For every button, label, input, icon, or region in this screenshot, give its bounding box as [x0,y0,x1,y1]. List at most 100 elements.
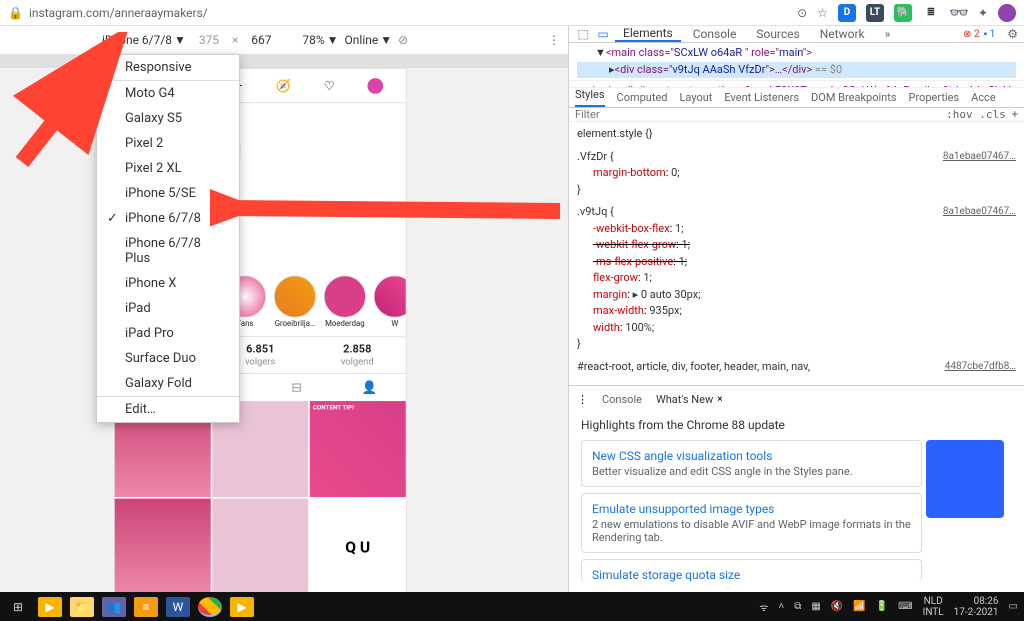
throttle-selector[interactable]: Online ▼ [345,33,393,47]
styles-panel[interactable]: element.style {}.VfzDr {8a1ebae07467…mar… [569,122,1024,385]
heart-icon[interactable]: ♡ [324,78,335,93]
more-icon[interactable]: ⋮ [548,33,560,47]
zoom-selector[interactable]: 78% ▼ [302,33,338,47]
tab-more[interactable]: » [877,26,899,42]
device-selector[interactable]: iPhone 6/7/8 ▼ [102,33,186,47]
dropbox-icon[interactable]: ⧉ [794,601,801,612]
post-thumb[interactable] [115,499,211,595]
dd-item[interactable]: Surface Duo [97,346,239,371]
subtab-events[interactable]: Event Listeners [724,91,799,104]
tagged-tab[interactable]: 👤 [333,374,406,401]
extension-icon[interactable]: LT [866,4,884,22]
taskbar-app[interactable]: ≡ [134,597,158,617]
clock[interactable]: 08:2617-2-2021 [954,596,999,618]
device-emulation-pane: iPhone 6/7/8 ▼ 375 × 667 78% ▼ Online ▼ … [0,26,568,592]
lock-icon: 🔒 [8,6,23,20]
settings-icon[interactable]: ⚙ [1007,27,1018,41]
error-count[interactable]: ⊗ 2 [963,29,979,40]
dd-item[interactable]: Galaxy Fold [97,371,239,396]
dd-item[interactable]: iPhone X [97,271,239,296]
warning-count[interactable]: ▪ 1 [984,29,996,40]
devtools-pane: ⬚ ▭ Elements Console Sources Network » ⊗… [568,26,1024,592]
taskview-icon[interactable]: ⊞ [6,597,30,617]
add-rule-icon[interactable]: + [1012,108,1018,121]
tab-network[interactable]: Network [812,26,873,42]
dd-item[interactable]: Moto G4 [97,81,239,106]
extension-icon[interactable]: D [838,4,856,22]
windows-taskbar: ⊞ ▶ 📁 👥 ≡ W ▶ ᯤ ˄ ⧉ ▦ 🔇 📶 🔋 ⌨ NLDINTL 08… [0,592,1024,621]
device-height[interactable]: 667 [244,33,278,47]
tab-elements[interactable]: Elements [615,26,681,42]
star-icon[interactable]: ☆ [817,6,828,20]
dimension-separator: × [232,33,238,47]
dd-item[interactable]: iPad Pro [97,321,239,346]
drawer-tab-console[interactable]: Console [602,393,642,406]
profile-avatar[interactable] [998,4,1016,22]
tray-icon[interactable]: ▦ [811,601,820,612]
teams-icon[interactable]: 👥 [102,597,126,617]
drawer-more-icon[interactable]: ⋮ [577,393,588,406]
extension-icon[interactable]: ≣ [922,4,940,22]
device-width[interactable]: 375 [192,33,226,47]
subtab-props[interactable]: Properties [909,91,960,104]
igtv-tab[interactable]: ⊟ [260,374,333,401]
subtab-dom-bp[interactable]: DOM Breakpoints [811,91,896,104]
extensions-icon[interactable]: ✦ [978,6,988,20]
following-stat[interactable]: 2.858volgend [309,337,406,373]
battery-icon[interactable]: 🔋 [876,601,888,612]
subtab-layout[interactable]: Layout [680,91,713,104]
chevron-up-icon[interactable]: ˄ [778,601,784,612]
dd-item[interactable]: Pixel 2 [97,131,239,156]
explorer-icon[interactable]: 📁 [70,597,94,617]
extension-icon[interactable]: 👓 [950,4,968,22]
device-mode-icon[interactable]: ▭ [595,27,611,41]
dd-edit[interactable]: Edit… [97,397,239,422]
search-icon[interactable]: ⊙ [797,6,807,20]
chrome-icon[interactable] [198,597,222,617]
drawer-tab-whatsnew[interactable]: What's New [656,393,713,406]
volume-icon[interactable]: 🔇 [831,601,843,612]
whatsnew-card[interactable]: Simulate storage quota size [581,559,922,582]
dd-responsive[interactable]: Responsive [97,55,239,80]
dd-item[interactable]: Galaxy S5 [97,106,239,131]
profile-icon[interactable] [368,78,384,94]
taskbar-app[interactable]: ▶ [38,597,62,617]
word-icon[interactable]: W [166,597,190,617]
whatsnew-image [926,440,1004,518]
dd-item[interactable]: Pixel 2 XL [97,156,239,181]
dd-item[interactable]: iPad [97,296,239,321]
dd-item-selected[interactable]: iPhone 6/7/8 [97,206,239,231]
keyboard-icon[interactable]: ⌨ [898,601,912,612]
dd-item[interactable]: iPhone 5/SE [97,181,239,206]
dom-breadcrumb[interactable]: … body div#react-root section._9eogI.E3X… [569,80,1024,88]
whatsnew-card[interactable]: Emulate unsupported image types2 new emu… [581,493,922,553]
inspect-icon[interactable]: ⬚ [575,27,591,41]
tab-console[interactable]: Console [685,26,745,42]
tray-icon[interactable]: ᯤ [759,600,768,614]
whatsnew-card[interactable]: New CSS angle visualization toolsBetter … [581,440,922,487]
dom-tree[interactable]: ▼<main class="SCxLW o64aR " role="main">… [569,43,1024,80]
hov-cls-toggle[interactable]: :hov .cls [946,108,1006,121]
devtools-tabs: ⬚ ▭ Elements Console Sources Network » ⊗… [569,26,1024,43]
notifications-icon[interactable]: ▭ [1009,601,1018,612]
subtab-computed[interactable]: Computed [617,91,668,104]
url-text[interactable]: instagram.com/anneraaymakers/ [29,6,797,20]
post-thumb[interactable] [212,499,308,595]
rotate-icon[interactable]: ⊘ [398,33,408,47]
taskbar-app[interactable]: ▶ [230,597,254,617]
dd-item[interactable]: iPhone 6/7/8 Plus [97,231,239,271]
post-thumb[interactable]: Q U [310,499,406,595]
browser-address-bar: 🔒 instagram.com/anneraaymakers/ ⊙ ☆ D LT… [0,0,1024,26]
filter-input[interactable] [575,108,946,121]
close-icon[interactable]: × [717,394,722,405]
tab-sources[interactable]: Sources [748,26,807,42]
explore-icon[interactable]: 🧭 [275,78,291,93]
wifi-icon[interactable]: 📶 [853,601,865,612]
post-thumb[interactable] [310,401,406,497]
styles-filter: :hov .cls + [569,108,1024,122]
subtab-styles[interactable]: Styles [575,88,605,107]
posts-grid: Q U [115,401,406,594]
subtab-acc[interactable]: Acce [971,91,996,104]
extension-icon[interactable]: 🐘 [894,4,912,22]
devtools-drawer: ⋮ Console What's New× Highlights from th… [569,385,1024,594]
